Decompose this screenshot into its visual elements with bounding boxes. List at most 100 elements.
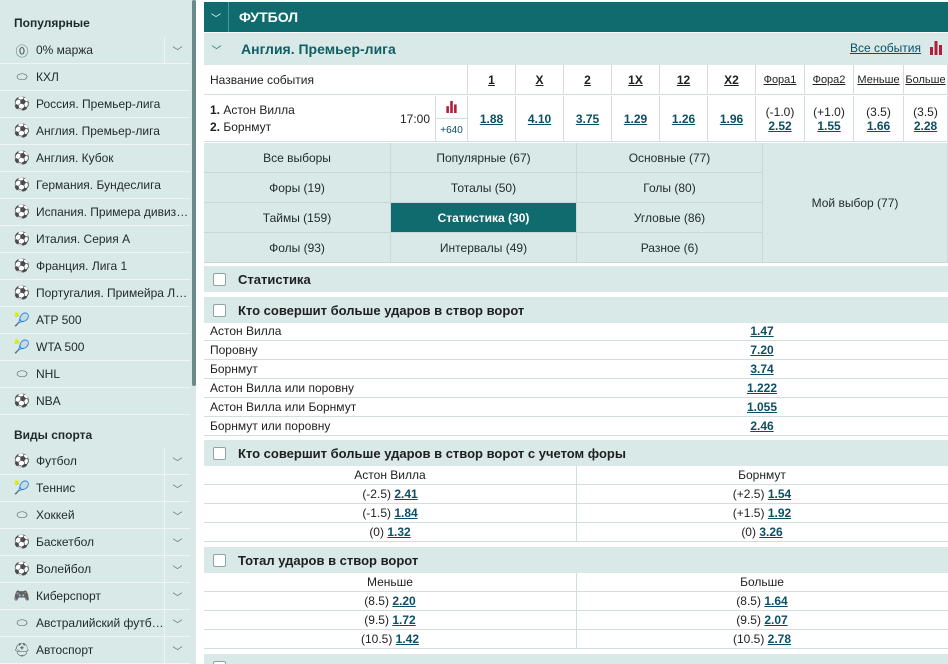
column-header[interactable]: Фора2 — [805, 65, 854, 95]
column-header[interactable]: X — [516, 65, 564, 95]
statistics-section-header[interactable]: Статистика — [204, 266, 948, 292]
sidebar-item[interactable]: 🎾 WTA 500 — [0, 334, 190, 361]
outcome-odds[interactable]: 7.20 — [704, 343, 820, 357]
market-row[interactable]: (0) 1.32 (0) 3.26 — [204, 523, 948, 542]
market-row[interactable]: (-2.5) 2.41 (+2.5) 1.54 — [204, 485, 948, 504]
odds-value[interactable]: 1.92 — [768, 506, 791, 520]
odds-value[interactable]: 1.84 — [394, 506, 417, 520]
chevron-down-icon[interactable]: ﹀ — [164, 610, 190, 636]
odds-cell[interactable]: (3.5) 2.28 — [904, 96, 948, 142]
tab-3-1[interactable]: Интервалы (49) — [391, 233, 577, 263]
tab-1-1[interactable]: Тоталы (50) — [391, 173, 577, 203]
sidebar-item[interactable]: ⚽ Волейбол ﹀ — [0, 556, 190, 583]
odds-value[interactable]: 2.41 — [394, 487, 417, 501]
next-section-header[interactable] — [204, 654, 948, 664]
left-cell[interactable]: (-2.5) 2.41 — [204, 487, 576, 501]
market-row[interactable]: Борнмут 3.74 — [204, 360, 948, 379]
odds-cell[interactable]: 1.88 — [468, 96, 516, 142]
odds-value[interactable]: 1.26 — [672, 112, 695, 126]
market-row[interactable]: Астон Вилла 1.47 — [204, 322, 948, 341]
market-row[interactable]: (9.5) 1.72 (9.5) 2.07 — [204, 611, 948, 630]
sidebar-item[interactable]: ⚽ Италия. Серия А — [0, 226, 190, 253]
column-header[interactable]: X2 — [708, 65, 756, 95]
sidebar-item[interactable]: ⬭ NHL — [0, 361, 190, 388]
sidebar-item[interactable]: ⚽ Франция. Лига 1 — [0, 253, 190, 280]
shots-checkbox[interactable] — [213, 303, 226, 317]
chevron-down-icon[interactable]: ﹀ — [164, 502, 190, 528]
tab-3-2[interactable]: Разное (6) — [577, 233, 763, 263]
right-cell[interactable]: (+1.5) 1.92 — [576, 506, 948, 520]
total-checkbox[interactable] — [213, 553, 226, 567]
odds-value[interactable]: 3.26 — [759, 525, 782, 539]
handicap-section-header[interactable]: Кто совершит больше ударов в створ ворот… — [204, 440, 948, 466]
chevron-down-icon[interactable]: ﹀ — [164, 475, 190, 501]
tab-0-0[interactable]: Все выборы — [204, 143, 391, 173]
left-cell[interactable]: (-1.5) 1.84 — [204, 506, 576, 520]
shots-section-header[interactable]: Кто совершит больше ударов в створ ворот — [204, 297, 948, 323]
next-section-checkbox[interactable] — [213, 660, 226, 664]
chevron-down-icon[interactable]: ﹀ — [164, 448, 190, 474]
odds-value[interactable]: 1.32 — [387, 525, 410, 539]
outcome-odds[interactable]: 1.055 — [704, 400, 820, 414]
column-header[interactable]: Больше — [904, 65, 948, 95]
outcome-odds[interactable]: 1.47 — [704, 324, 820, 338]
odds-value[interactable]: 4.10 — [528, 112, 551, 126]
tab-0-2[interactable]: Основные (77) — [577, 143, 763, 173]
sidebar-item[interactable]: ⓪ 0% маржа ﹀ — [0, 37, 190, 64]
sidebar-item[interactable]: ⚽ Англия. Кубок — [0, 145, 190, 172]
sidebar-item[interactable]: 🎾 ATP 500 — [0, 307, 190, 334]
sidebar-item[interactable]: ⚽ Футбол ﹀ — [0, 448, 190, 475]
sidebar-item[interactable]: ⬭ КХЛ — [0, 64, 190, 91]
odds-cell[interactable]: (-1.0) 2.52 — [756, 96, 805, 142]
chevron-down-icon[interactable]: ﹀ — [164, 556, 190, 582]
chevron-down-icon[interactable]: ﹀ — [164, 637, 190, 663]
tab-2-2[interactable]: Угловые (86) — [577, 203, 763, 233]
sidebar-item[interactable]: ⚽ Баскетбол ﹀ — [0, 529, 190, 556]
right-cell[interactable]: (10.5) 2.78 — [576, 632, 948, 646]
sidebar-item[interactable]: 🎾 Теннис ﹀ — [0, 475, 190, 502]
handicap-checkbox[interactable] — [213, 446, 226, 460]
sidebar-item[interactable]: ⚽ Португалия. Примейра Лига — [0, 280, 190, 307]
sidebar-item[interactable]: ⚽ Англия. Премьер-лига — [0, 118, 190, 145]
odds-value[interactable]: 1.66 — [867, 119, 890, 133]
odds-value[interactable]: 1.72 — [392, 613, 415, 627]
market-row[interactable]: (-1.5) 1.84 (+1.5) 1.92 — [204, 504, 948, 523]
sidebar-item[interactable]: ⚽ Германия. Бундеслига — [0, 172, 190, 199]
tab-1-2[interactable]: Голы (80) — [577, 173, 763, 203]
column-header[interactable]: 2 — [564, 65, 612, 95]
collapse-league-icon[interactable]: ﹀ — [204, 33, 229, 65]
column-header[interactable]: 12 — [660, 65, 708, 95]
odds-value[interactable]: 2.07 — [764, 613, 787, 627]
odds-value[interactable]: 1.55 — [817, 119, 840, 133]
outcome-odds[interactable]: 3.74 — [704, 362, 820, 376]
chevron-down-icon[interactable]: ﹀ — [164, 37, 190, 63]
column-header[interactable]: 1X — [612, 65, 660, 95]
total-section-header[interactable]: Тотал ударов в створ ворот — [204, 547, 948, 573]
odds-cell[interactable]: 4.10 — [516, 96, 564, 142]
right-cell[interactable]: (8.5) 1.64 — [576, 594, 948, 608]
right-cell[interactable]: (0) 3.26 — [576, 525, 948, 539]
statistics-checkbox[interactable] — [213, 272, 226, 286]
odds-value[interactable]: 3.75 — [576, 112, 599, 126]
tab-2-0[interactable]: Таймы (159) — [204, 203, 391, 233]
sidebar-item[interactable]: 🎮 Киберспорт ﹀ — [0, 583, 190, 610]
chevron-down-icon[interactable]: ﹀ — [164, 583, 190, 609]
market-row[interactable]: (10.5) 1.42 (10.5) 2.78 — [204, 630, 948, 649]
sidebar-item[interactable]: ⚽ NBA — [0, 388, 190, 415]
market-row[interactable]: (8.5) 2.20 (8.5) 1.64 — [204, 592, 948, 611]
tab-3-0[interactable]: Фолы (93) — [204, 233, 391, 263]
tab-my-choice[interactable]: Мой выбор (77) — [763, 143, 948, 263]
odds-cell[interactable]: (3.5) 1.66 — [854, 96, 904, 142]
market-row[interactable]: Астон Вилла или поровну 1.222 — [204, 379, 948, 398]
sidebar-item[interactable]: ⬭ Австралийский футбол ﹀ — [0, 610, 190, 637]
market-row[interactable]: Поровну 7.20 — [204, 341, 948, 360]
left-cell[interactable]: (9.5) 1.72 — [204, 613, 576, 627]
market-row[interactable]: Борнмут или поровну 2.46 — [204, 417, 948, 436]
sidebar-item[interactable]: ⛑ Автоспорт ﹀ — [0, 637, 190, 664]
chevron-down-icon[interactable]: ﹀ — [164, 529, 190, 555]
odds-cell[interactable]: 1.29 — [612, 96, 660, 142]
odds-cell[interactable]: 1.26 — [660, 96, 708, 142]
sidebar-item[interactable]: ⚽ Испания. Примера дивизион — [0, 199, 190, 226]
odds-value[interactable]: 2.20 — [392, 594, 415, 608]
odds-value[interactable]: 1.54 — [768, 487, 791, 501]
